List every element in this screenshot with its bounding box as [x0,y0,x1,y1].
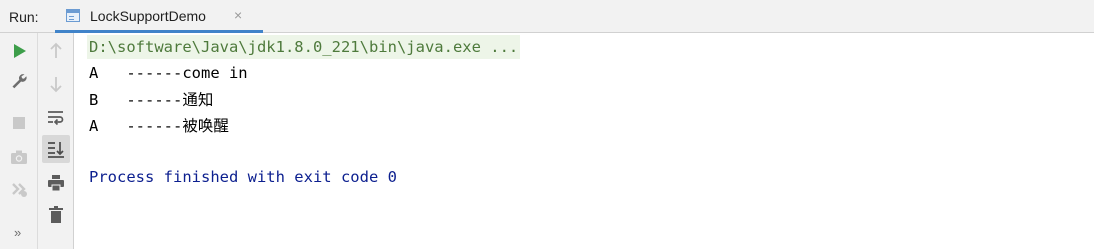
wrench-icon[interactable] [6,69,32,93]
process-exit-message: Process finished with exit code 0 [89,168,397,186]
console-window-icon [66,9,80,22]
console-output[interactable]: D:\software\Java\jdk1.8.0_221\bin\java.e… [74,33,1094,249]
more-icon[interactable]: » [6,223,32,243]
tab-title: LockSupportDemo [90,8,206,24]
print-icon[interactable] [43,171,69,195]
run-actions-toolbar: » [0,33,38,249]
down-arrow-icon [43,72,69,96]
output-line: A ------come in [89,64,248,82]
rerun-icon[interactable] [6,39,32,63]
exit-icon [6,177,32,201]
tab-lock-support-demo[interactable]: LockSupportDemo × [55,0,263,33]
more-label: » [14,225,22,240]
up-arrow-icon [43,39,69,63]
camera-icon [6,145,32,169]
output-line: A ------被唤醒 [89,117,229,135]
output-line: B ------通知 [89,91,214,109]
scroll-to-end-icon[interactable] [42,135,70,163]
trash-icon[interactable] [43,203,69,227]
command-line: D:\software\Java\jdk1.8.0_221\bin\java.e… [87,35,521,59]
run-label: Run: [9,9,39,25]
stop-icon [6,111,32,135]
run-tabbar: Run: LockSupportDemo × [0,0,1094,33]
console-actions-toolbar [38,33,74,249]
close-icon[interactable]: × [234,7,242,23]
soft-wrap-icon[interactable] [43,105,69,129]
